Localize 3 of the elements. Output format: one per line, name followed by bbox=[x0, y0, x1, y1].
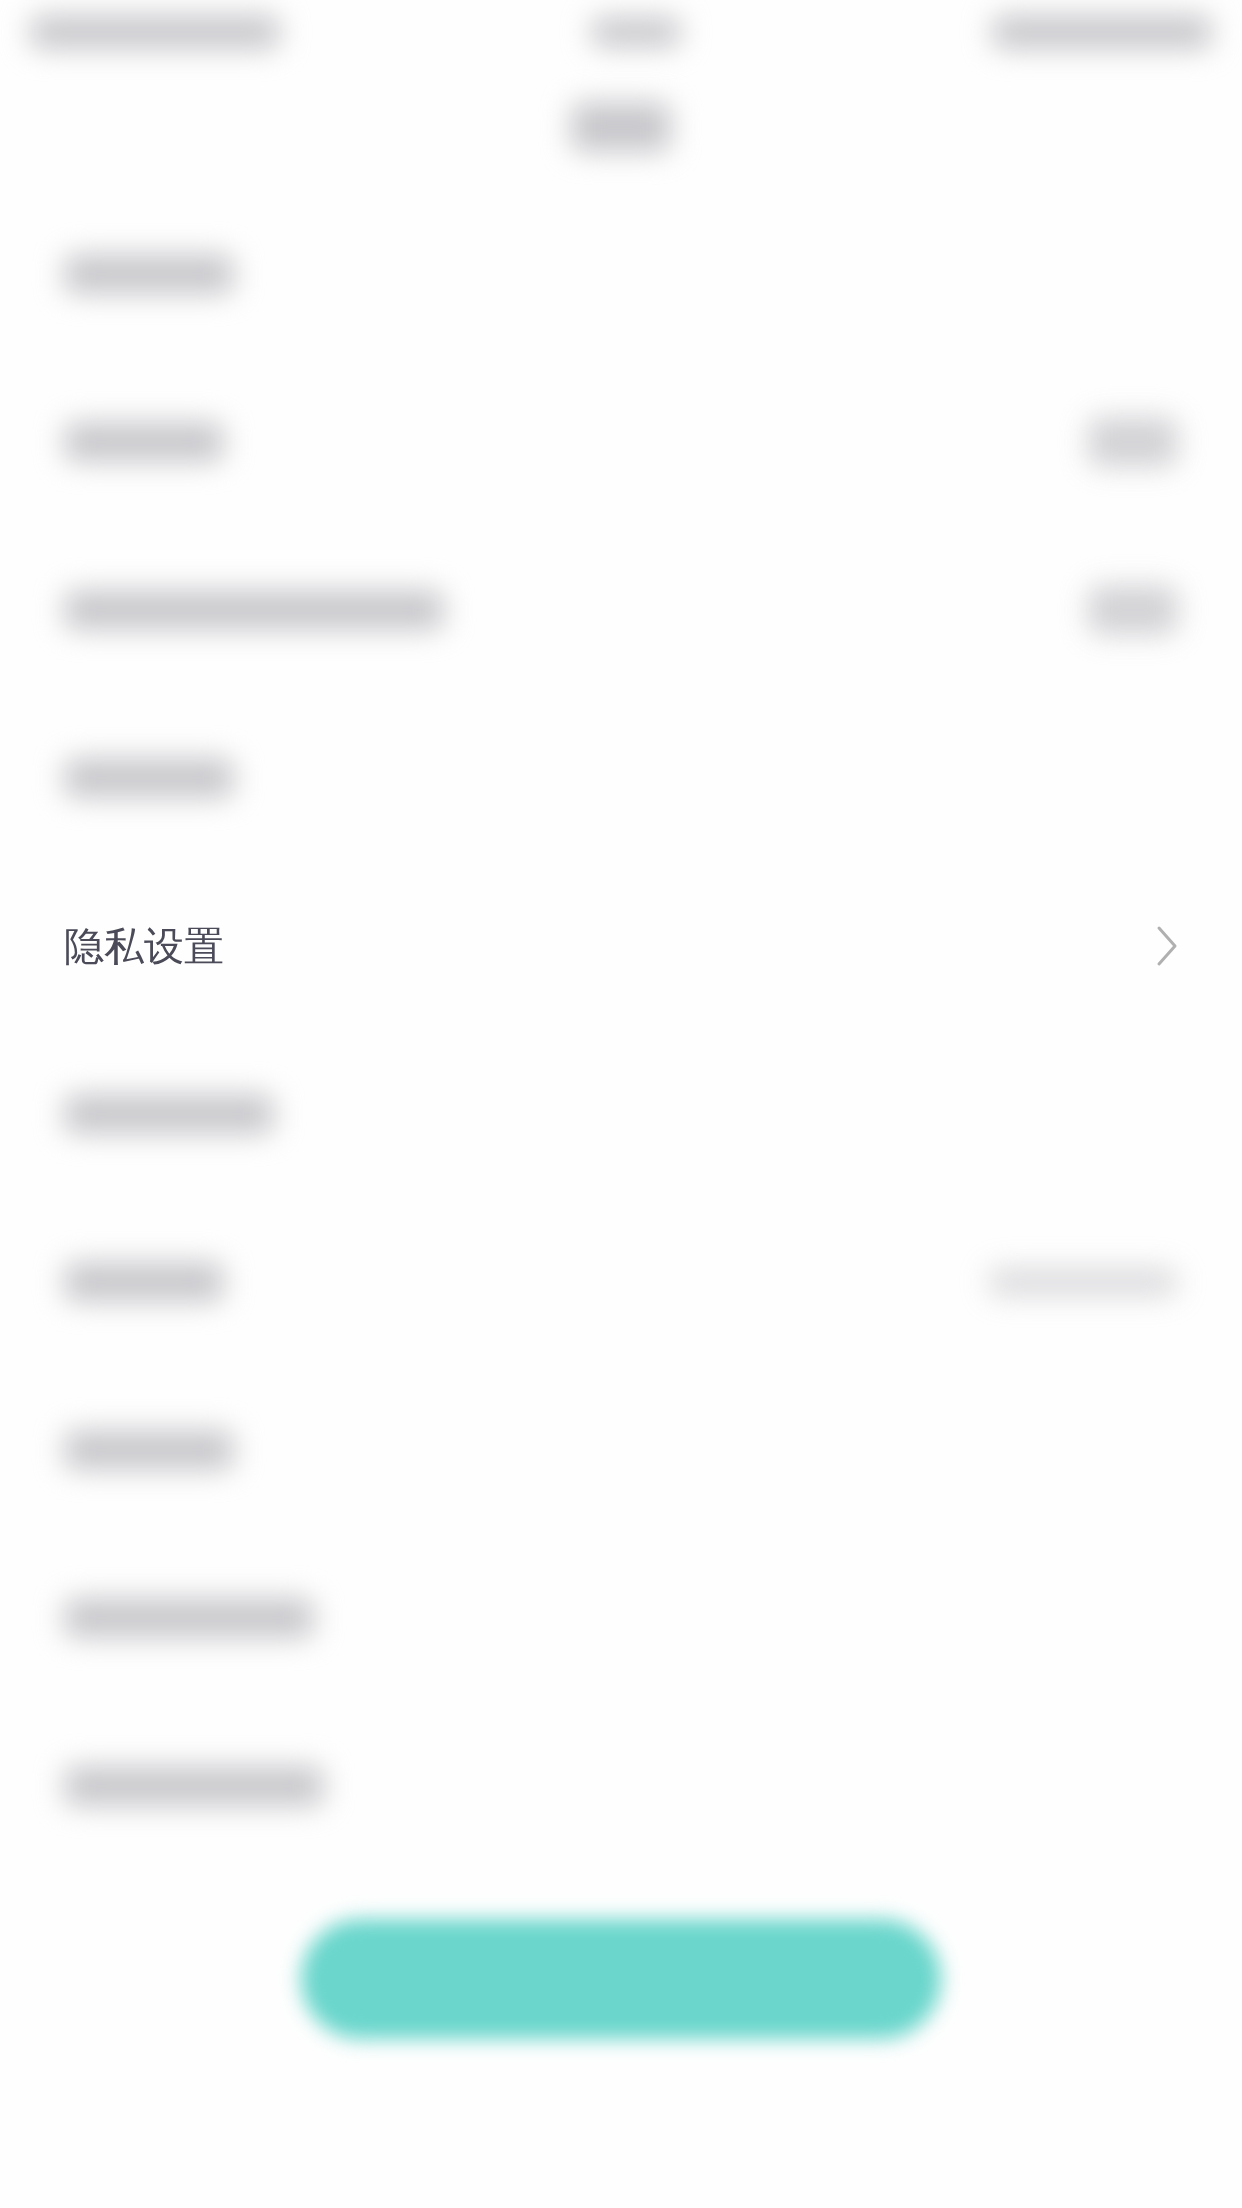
chevron-icon bbox=[1156, 925, 1178, 967]
blurred-button[interactable] bbox=[301, 1919, 941, 2039]
row-label[interactable]: 隐私设置 bbox=[64, 918, 224, 974]
